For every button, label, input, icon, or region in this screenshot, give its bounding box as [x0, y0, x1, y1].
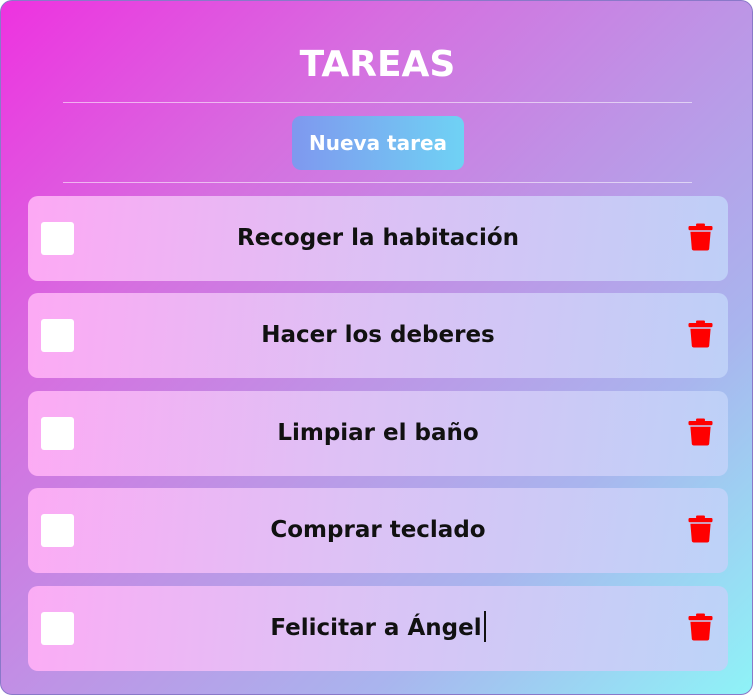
task-checkbox[interactable]	[41, 222, 74, 255]
trash-icon[interactable]	[688, 515, 713, 543]
task-checkbox[interactable]	[41, 319, 74, 352]
trash-icon[interactable]	[688, 418, 713, 446]
top-divider	[63, 102, 692, 103]
task-item: Felicitar a Ángel	[28, 586, 728, 671]
task-label[interactable]: Comprar teclado	[88, 488, 668, 573]
task-checkbox[interactable]	[41, 417, 74, 450]
task-checkbox[interactable]	[41, 612, 74, 645]
bottom-divider	[63, 182, 692, 183]
task-item: Hacer los deberes	[28, 293, 728, 378]
trash-icon[interactable]	[688, 613, 713, 641]
task-label-editing[interactable]: Felicitar a Ángel	[88, 586, 668, 671]
page-title: TAREAS	[299, 44, 456, 85]
trash-icon[interactable]	[688, 320, 713, 348]
new-task-button[interactable]: Nueva tarea	[292, 116, 464, 170]
task-checkbox[interactable]	[41, 514, 74, 547]
task-label[interactable]: Limpiar el baño	[88, 391, 668, 476]
text-cursor	[483, 611, 486, 642]
task-app: TAREAS Nueva tarea Recoger la habitación…	[0, 0, 753, 695]
trash-icon[interactable]	[688, 223, 713, 251]
task-item: Limpiar el baño	[28, 391, 728, 476]
task-item: Recoger la habitación	[28, 196, 728, 281]
task-item: Comprar teclado	[28, 488, 728, 573]
task-label[interactable]: Hacer los deberes	[88, 293, 668, 378]
task-label[interactable]: Recoger la habitación	[88, 196, 668, 281]
